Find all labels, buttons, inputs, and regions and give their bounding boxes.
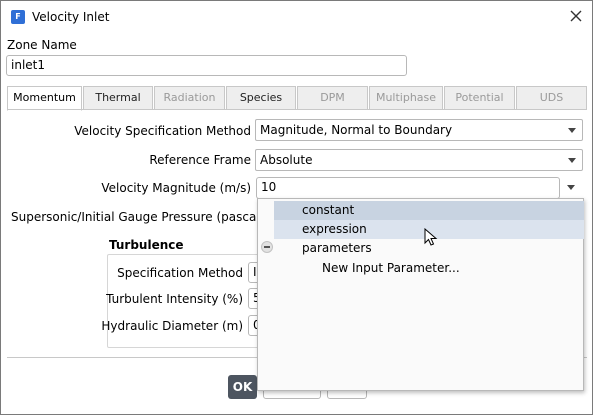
tab-thermal[interactable]: Thermal: [83, 86, 153, 110]
zone-name-label: Zone Name: [7, 38, 77, 52]
tab-momentum[interactable]: Momentum: [7, 86, 82, 111]
menu-item-new-input-parameter[interactable]: New Input Parameter...: [274, 259, 584, 278]
tab-multiphase[interactable]: Multiphase: [369, 86, 443, 110]
reference-frame-select[interactable]: Absolute: [255, 149, 583, 171]
reference-frame-value: Absolute: [260, 153, 313, 167]
chevron-down-icon: [568, 158, 576, 163]
velocity-magnitude-input[interactable]: 10: [256, 177, 560, 199]
window-title: Velocity Inlet: [32, 10, 110, 24]
value-type-dropdown: constant expression parameters New Input…: [257, 198, 584, 391]
velocity-spec-label: Velocity Specification Method: [74, 124, 251, 138]
tab-radiation[interactable]: Radiation: [154, 86, 225, 110]
hydraulic-diameter-label: Hydraulic Diameter (m): [101, 319, 243, 333]
ok-button[interactable]: OK: [228, 375, 257, 399]
turbulent-intensity-label: Turbulent Intensity (%): [106, 292, 243, 306]
velocity-spec-value: Magnitude, Normal to Boundary: [260, 123, 453, 137]
tab-species[interactable]: Species: [226, 86, 296, 110]
tab-dpm[interactable]: DPM: [297, 86, 368, 110]
chevron-down-icon[interactable]: [567, 185, 575, 190]
fluent-app-icon: F: [11, 10, 25, 24]
velocity-magnitude-label: Velocity Magnitude (m/s): [101, 181, 251, 195]
reference-frame-label: Reference Frame: [149, 153, 251, 167]
close-icon[interactable]: [567, 7, 585, 25]
spec-method-label: Specification Method: [117, 266, 243, 280]
tab-panel-border: [7, 109, 587, 110]
mouse-pointer-icon: [424, 227, 438, 251]
collapse-icon[interactable]: [261, 241, 273, 253]
turbulence-heading: Turbulence: [109, 238, 184, 252]
zone-name-input[interactable]: inlet1: [6, 55, 407, 76]
title-bar: F Velocity Inlet: [1, 1, 592, 33]
supersonic-pressure-label: Supersonic/Initial Gauge Pressure (pasca…: [11, 210, 265, 224]
tab-potential[interactable]: Potential: [444, 86, 515, 110]
velocity-spec-select[interactable]: Magnitude, Normal to Boundary: [255, 119, 583, 141]
chevron-down-icon: [568, 128, 576, 133]
tab-uds[interactable]: UDS: [516, 86, 587, 110]
velocity-inlet-dialog: F Velocity Inlet Zone Name inlet1 Moment…: [0, 0, 593, 415]
menu-item-constant[interactable]: constant: [274, 201, 584, 220]
